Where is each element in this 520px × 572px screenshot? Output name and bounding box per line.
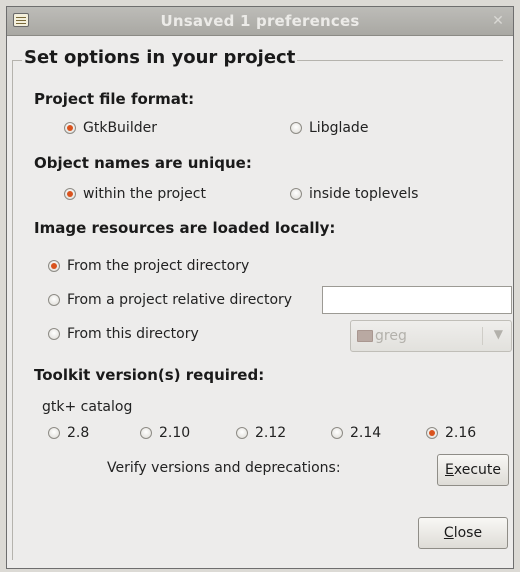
title-bar[interactable]: Unsaved 1 preferences ✕ (7, 7, 513, 36)
version-2-12-label: 2.12 (255, 425, 287, 441)
version-2-16-label: 2.16 (445, 425, 477, 441)
radio-libglade-label: Libglade (309, 120, 369, 136)
radio-inside-toplevels[interactable]: inside toplevels (290, 186, 418, 202)
radio-this-directory-label: From this directory (67, 326, 199, 342)
radio-selected-icon (64, 122, 76, 134)
radio-selected-icon (48, 260, 60, 272)
relative-directory-input[interactable] (322, 286, 512, 314)
radio-unselected-icon (236, 427, 248, 439)
directory-chooser-combo[interactable]: greg ▼ (350, 320, 512, 352)
window-title: Unsaved 1 preferences (160, 12, 360, 30)
radio-libglade[interactable]: Libglade (290, 120, 368, 136)
version-2-10-label: 2.10 (159, 425, 191, 441)
radio-relative-directory-label: From a project relative directory (67, 292, 293, 308)
radio-unselected-icon (290, 122, 302, 134)
radio-unselected-icon (48, 427, 60, 439)
radio-version-2-14[interactable]: 2.14 (331, 425, 381, 441)
radio-unselected-icon (290, 188, 302, 200)
version-2-14-label: 2.14 (350, 425, 382, 441)
chevron-down-icon: ▼ (493, 327, 503, 341)
frame-legend: Set options in your project (22, 47, 298, 68)
radio-this-directory[interactable]: From this directory (48, 326, 199, 342)
verify-versions-label: Verify versions and deprecations: (107, 460, 341, 476)
radio-unselected-icon (48, 328, 60, 340)
radio-unselected-icon (48, 294, 60, 306)
version-2-8-label: 2.8 (67, 425, 90, 441)
object-names-label: Object names are unique: (34, 154, 252, 172)
execute-button[interactable]: Execute (437, 454, 509, 486)
radio-selected-icon (64, 188, 76, 200)
radio-version-2-16[interactable]: 2.16 (426, 425, 476, 441)
file-format-label: Project file format: (34, 90, 195, 108)
radio-project-directory[interactable]: From the project directory (48, 258, 249, 274)
radio-gtkbuilder[interactable]: GtkBuilder (64, 120, 157, 136)
radio-gtkbuilder-label: GtkBuilder (83, 120, 157, 136)
execute-label: xecute (453, 462, 501, 478)
radio-selected-icon (426, 427, 438, 439)
directory-chooser-value: greg (375, 328, 407, 344)
close-window-icon[interactable]: ✕ (489, 12, 507, 30)
radio-unselected-icon (331, 427, 343, 439)
radio-version-2-12[interactable]: 2.12 (236, 425, 286, 441)
radio-within-project-label: within the project (83, 186, 206, 202)
close-button[interactable]: Close (418, 517, 508, 549)
radio-version-2-8[interactable]: 2.8 (48, 425, 89, 441)
execute-mnemonic: E (445, 462, 454, 478)
close-mnemonic: C (443, 525, 454, 541)
close-label: lose (453, 525, 483, 541)
radio-version-2-10[interactable]: 2.10 (140, 425, 190, 441)
combo-separator (482, 327, 483, 345)
image-resources-label: Image resources are loaded locally: (34, 219, 336, 237)
radio-relative-directory[interactable]: From a project relative directory (48, 292, 292, 308)
toolkit-versions-label: Toolkit version(s) required: (34, 366, 265, 384)
radio-inside-toplevels-label: inside toplevels (309, 186, 419, 202)
radio-project-directory-label: From the project directory (67, 258, 250, 274)
folder-icon (357, 330, 373, 342)
radio-within-project[interactable]: within the project (64, 186, 206, 202)
radio-unselected-icon (140, 427, 152, 439)
gtk-catalog-label: gtk+ catalog (42, 399, 133, 415)
